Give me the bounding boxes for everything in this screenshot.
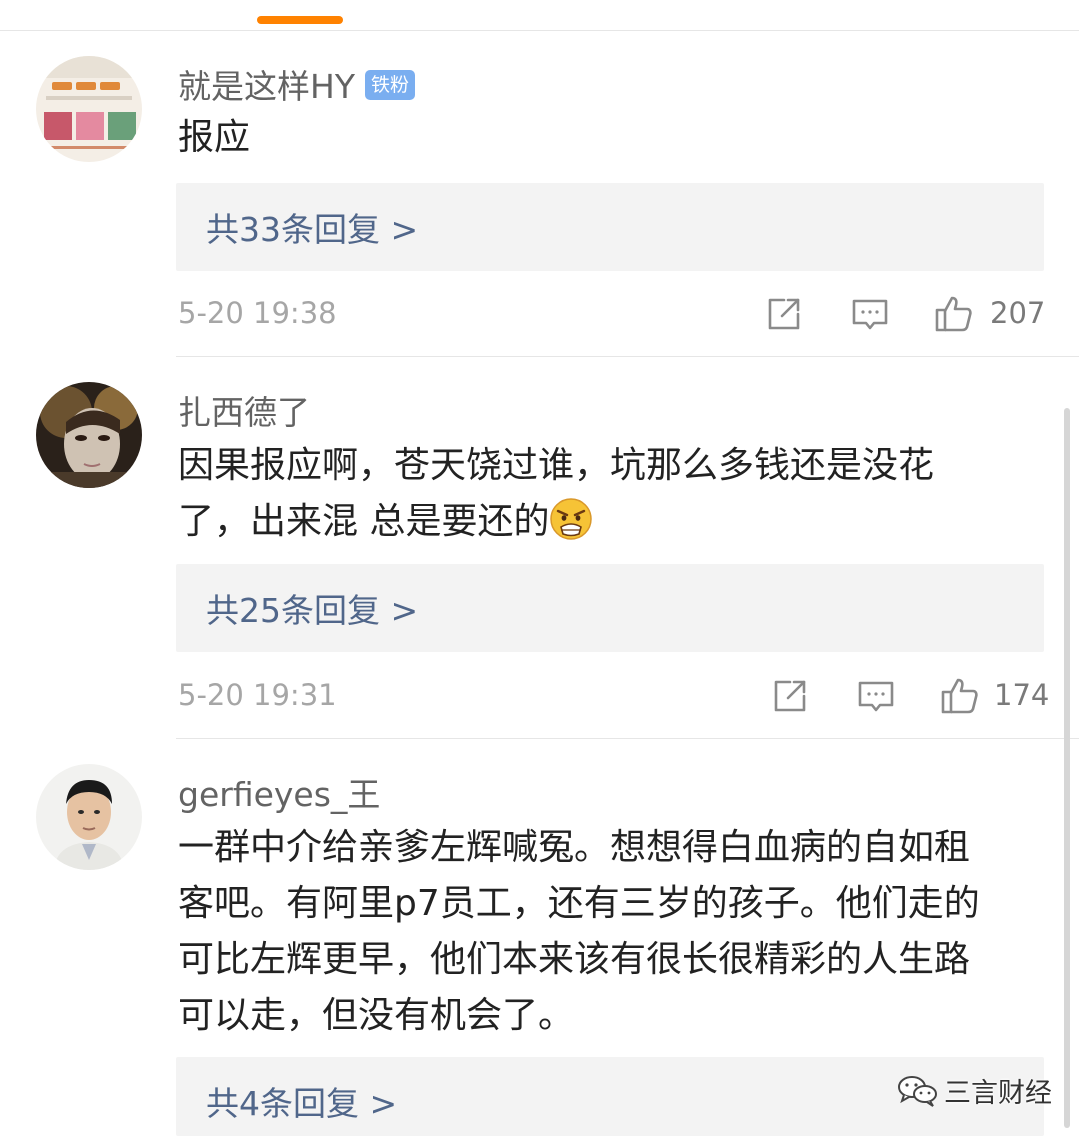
like-count: 207 — [990, 296, 1046, 330]
repost-icon[interactable] — [764, 294, 804, 334]
timestamp: 5-20 19:38 — [178, 296, 337, 330]
comment-meta: 5-20 19:31 174 — [0, 676, 1079, 720]
replies-box[interactable]: 共33条回复 > — [176, 183, 1044, 271]
watermark: 三言财经 — [896, 1070, 1052, 1110]
avatar[interactable] — [36, 56, 142, 162]
username[interactable]: 扎西德了 — [178, 386, 310, 434]
timestamp: 5-20 19:31 — [178, 678, 337, 712]
scrollbar[interactable] — [1064, 408, 1070, 1128]
comment-divider — [176, 356, 1079, 357]
comment-text-line-last: 了，出来混 总是要还的 — [178, 494, 1048, 550]
replies-link[interactable]: 共33条回复 > — [206, 203, 418, 251]
comment-text-line: 因果报应啊，苍天饶过谁，坑那么多钱还是没花 — [178, 445, 935, 486]
comment-text: 因果报应啊，苍天饶过谁，坑那么多钱还是没花 了，出来混 总是要还的 — [178, 438, 1048, 550]
username[interactable]: 就是这样HY 铁粉 — [178, 60, 415, 108]
comment-text-body: 报应 — [178, 117, 251, 158]
avatar[interactable] — [36, 382, 142, 488]
like-count: 174 — [994, 678, 1050, 712]
watermark-text: 三言财经 — [944, 1077, 1052, 1109]
comment-text-line: 可以走，但没有机会了。 — [178, 995, 575, 1036]
tab-indicator — [257, 16, 343, 24]
comment-text: 一群中介给亲爹左辉喊冤。想想得白血病的自如租 客吧。有阿里p7员工，还有三岁的孩… — [178, 820, 1048, 1044]
comment-page: 就是这样HY 铁粉 报应 共33条回复 > 5-20 19:38 207 扎西德… — [0, 0, 1079, 1136]
comment-meta: 5-20 19:38 207 — [0, 294, 1079, 338]
username[interactable]: gerfieyes_王 — [178, 768, 380, 816]
repost-icon[interactable] — [770, 676, 810, 716]
replies-link[interactable]: 共4条回复 > — [206, 1077, 397, 1125]
comment-text-line: 一群中介给亲爹左辉喊冤。想想得白血病的自如租 — [178, 827, 971, 868]
comment-text-line: 可比左辉更早，他们本来该有很长很精彩的人生路 — [178, 939, 971, 980]
wechat-icon — [896, 1073, 938, 1107]
fan-badge: 铁粉 — [364, 69, 415, 100]
comment-text-line: 了，出来混 总是要还的 — [178, 501, 550, 542]
avatar[interactable] — [36, 764, 142, 870]
angry-face-emoji — [550, 498, 593, 540]
username-text: 就是这样HY — [178, 67, 355, 106]
thumbs-up-icon[interactable] — [940, 676, 980, 716]
comment-icon[interactable] — [850, 294, 890, 334]
top-divider — [0, 30, 1079, 31]
replies-link[interactable]: 共25条回复 > — [206, 584, 418, 632]
comment-icon[interactable] — [856, 676, 896, 716]
comment-text: 报应 — [178, 110, 1048, 166]
comment-text-line: 客吧。有阿里p7员工，还有三岁的孩子。他们走的 — [178, 883, 980, 924]
thumbs-up-icon[interactable] — [934, 294, 974, 334]
replies-box[interactable]: 共25条回复 > — [176, 564, 1044, 652]
comment-divider — [176, 738, 1079, 739]
